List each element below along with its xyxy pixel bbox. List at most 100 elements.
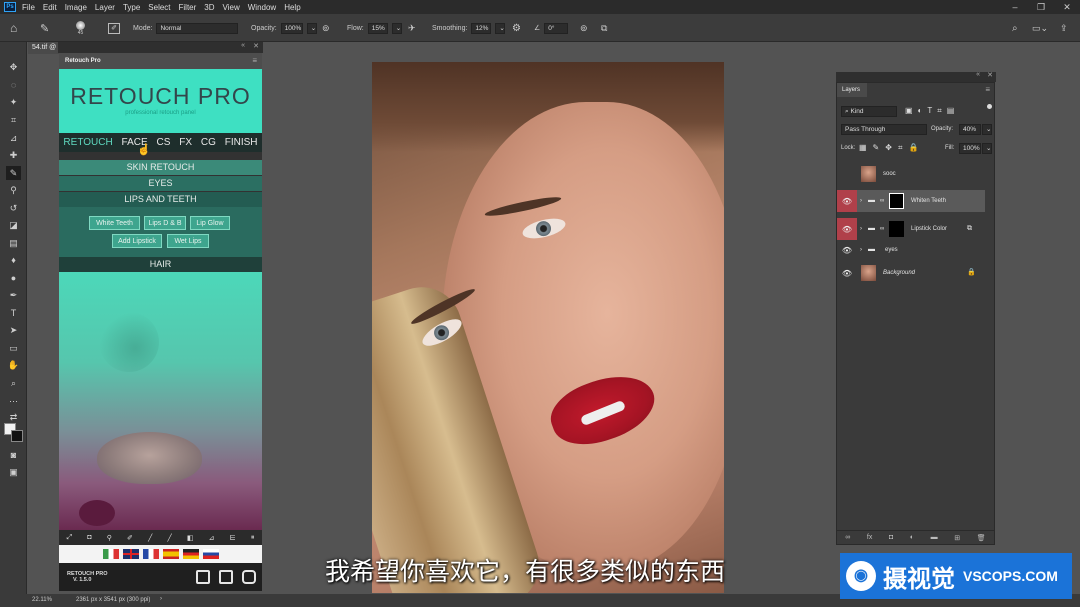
symmetry-icon[interactable]: ⧉ <box>601 14 607 42</box>
menu-filter[interactable]: Filter <box>179 3 197 12</box>
search-icon[interactable]: ⌕ <box>1012 14 1018 42</box>
eye-icon[interactable]: 👁 <box>837 218 857 240</box>
flow-field[interactable]: 15% <box>367 22 388 34</box>
layer-mask-thumbnail[interactable] <box>889 221 904 237</box>
hand-tool-icon[interactable]: ✋ <box>6 358 21 372</box>
pen-tool-icon[interactable]: ✒ <box>6 288 21 302</box>
quick-mask-icon[interactable]: ◙ <box>6 448 21 462</box>
opacity-field[interactable]: 100% <box>280 22 303 34</box>
layer-row-lipstick-color[interactable]: 👁 › ▬ ∞ Lipstick Color ⧉ <box>837 218 985 240</box>
retouch-panel-titlebar[interactable]: « ✕ <box>58 42 263 53</box>
layer-mask-thumbnail[interactable] <box>889 193 904 209</box>
brush-settings-icon[interactable]: ✐ <box>108 14 120 42</box>
menu-view[interactable]: View <box>223 3 240 12</box>
paint-brush-icon[interactable]: ╱ <box>148 534 152 542</box>
eraser-tool-icon[interactable]: ◪ <box>6 218 21 232</box>
menu-select[interactable]: Select <box>148 3 170 12</box>
eye-icon[interactable]: 👁 <box>837 241 857 259</box>
expand-chevron-icon[interactable]: › <box>860 241 862 259</box>
screen-mode-icon[interactable]: ▣ <box>6 465 21 479</box>
minimize-icon[interactable]: – <box>1002 0 1028 14</box>
brush-icon[interactable]: ⤢ <box>67 534 73 542</box>
workspace-icon[interactable]: ▭⌄ <box>1032 14 1048 42</box>
rectangle-tool-icon[interactable]: ▭ <box>6 341 21 355</box>
fx-icon[interactable]: fx <box>867 534 872 541</box>
lock-options-icons[interactable]: ▦✎✥⌗🔒 <box>859 143 924 153</box>
lasso-tool-icon[interactable]: ◌ <box>6 78 21 92</box>
menu-image[interactable]: Image <box>65 3 87 12</box>
expand-chevron-icon[interactable]: › <box>860 218 862 240</box>
dropper-icon[interactable]: ⊿ <box>209 534 215 542</box>
share-icon[interactable]: ⇪ <box>1060 14 1068 42</box>
layer-row-eyes[interactable]: 👁 › ▬ eyes <box>837 241 985 259</box>
blend-mode-dropdown[interactable]: Pass Through <box>841 124 927 135</box>
smoothing-field[interactable]: 12% <box>471 22 492 34</box>
tab-retouch[interactable]: RETOUCH <box>63 137 112 148</box>
tab-finish[interactable]: FINISH <box>225 137 258 148</box>
zoom-level[interactable]: 22.11% <box>32 597 52 603</box>
brush-preset-picker[interactable]: 45 <box>76 14 85 42</box>
email-icon[interactable] <box>196 570 210 584</box>
lip-glow-button[interactable]: Lip Glow <box>190 216 230 230</box>
airbrush-icon[interactable]: ✈ <box>408 14 416 42</box>
spain-flag-icon[interactable] <box>162 549 179 559</box>
tab-fx[interactable]: FX <box>179 137 192 148</box>
eye-icon[interactable]: 👁 <box>837 190 857 212</box>
magic-wand-tool-icon[interactable]: ✦ <box>6 95 21 109</box>
menu-edit[interactable]: Edit <box>43 3 57 12</box>
retouch-panel-tab[interactable]: Retouch Pro ≡ <box>59 53 262 69</box>
add-mask-icon[interactable]: ◘ <box>889 534 893 541</box>
panel-menu-icon[interactable]: ≡ <box>985 85 990 94</box>
section-eyes[interactable]: EYES <box>59 176 262 191</box>
new-group-icon[interactable]: ▬ <box>931 534 938 541</box>
germany-flag-icon[interactable] <box>182 549 199 559</box>
home-icon[interactable]: ⌂ <box>10 14 17 42</box>
france-flag-icon[interactable] <box>142 549 159 559</box>
gradient-tool-icon[interactable]: ▤ <box>6 236 21 250</box>
russia-flag-icon[interactable] <box>202 549 219 559</box>
menu-file[interactable]: File <box>22 3 35 12</box>
healing-brush-tool-icon[interactable]: ✚ <box>6 148 21 162</box>
layers-panel-titlebar[interactable]: « ✕ <box>836 71 996 82</box>
section-lips-and-teeth[interactable]: LIPS AND TEETH <box>59 192 262 207</box>
pen-icon[interactable]: ✐ <box>127 534 133 542</box>
crop-tool-icon[interactable]: ⌗ <box>6 113 21 127</box>
section-hair[interactable]: HAIR <box>59 257 262 272</box>
maximize-icon[interactable]: ❐ <box>1028 0 1054 14</box>
close-icon[interactable]: ✕ <box>987 71 993 79</box>
trash-icon[interactable]: 🗑 <box>977 534 986 542</box>
wet-lips-button[interactable]: Wet Lips <box>167 234 209 248</box>
pressure-size-icon[interactable]: ⊚ <box>580 14 588 42</box>
blur-tool-icon[interactable]: ♦ <box>6 253 21 267</box>
brush-tool-icon[interactable]: ✎ <box>40 14 49 42</box>
lips-d-b-button[interactable]: Lips D & B <box>144 216 186 230</box>
status-arrow-icon[interactable]: › <box>160 596 162 602</box>
collapse-icon[interactable]: « <box>241 42 245 49</box>
pause-icon[interactable]: ⏸ <box>251 534 255 542</box>
camera-icon[interactable]: ◘ <box>87 534 91 541</box>
more-tools-icon[interactable]: ⋯ <box>6 394 21 408</box>
pressure-opacity-icon[interactable]: ⊚ <box>322 14 330 42</box>
layer-filter-icons[interactable]: ▣◐T⌗▤ <box>905 106 959 116</box>
expand-chevron-icon[interactable]: › <box>860 190 862 212</box>
menu-type[interactable]: Type <box>123 3 140 12</box>
background-color-swatch[interactable] <box>11 430 23 442</box>
section-skin-retouch[interactable]: SKIN RETOUCH <box>59 160 262 175</box>
fill-field[interactable]: 100% <box>959 143 981 154</box>
zoom-tool-icon[interactable]: ⌕ <box>6 376 21 390</box>
layer-row-background[interactable]: 👁 Background 🔒 <box>837 262 985 284</box>
kind-filter-dropdown[interactable]: ⌕ Kind <box>841 106 897 117</box>
swap-colors-icon[interactable]: ⇄ <box>6 410 21 424</box>
brush-tool-icon[interactable]: ✎ <box>6 166 21 180</box>
canvas-image[interactable] <box>372 62 724 593</box>
layer-row-sooc[interactable]: sooc <box>837 163 985 185</box>
white-teeth-button[interactable]: White Teeth <box>89 216 140 230</box>
eyedropper-tool-icon[interactable]: ⊿ <box>6 131 21 145</box>
soft-brush-icon[interactable]: ╱ <box>167 534 171 542</box>
opacity-dropdown-icon[interactable]: ⌄ <box>306 22 317 34</box>
comb-icon[interactable]: ⋿ <box>230 534 236 542</box>
mask-icon[interactable]: ◧ <box>187 534 194 542</box>
clone-stamp-tool-icon[interactable]: ⚲ <box>6 183 21 197</box>
layer-row-whiten-teeth[interactable]: 👁 › ▬ ∞ Whiten Teeth <box>837 190 985 212</box>
move-tool-icon[interactable]: ✥ <box>6 60 21 74</box>
